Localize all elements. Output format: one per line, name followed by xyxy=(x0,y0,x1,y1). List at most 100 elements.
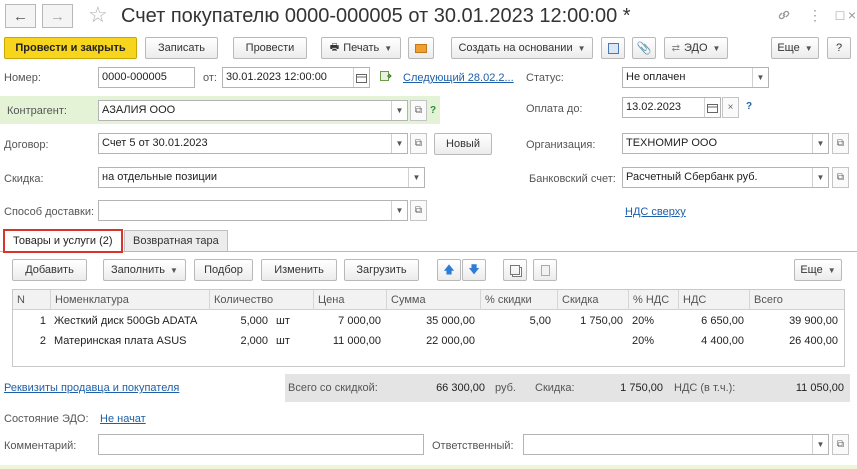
arrow-left-icon: ← xyxy=(13,7,28,25)
save-button[interactable]: Записать xyxy=(145,37,218,59)
more-icon[interactable]: ⋮ xyxy=(805,5,825,25)
table-row[interactable]: 1 Жесткий диск 500Gb ADATA 5,000 шт 7 00… xyxy=(13,311,844,331)
print-button[interactable]: 🖶 Печать ▼ xyxy=(321,37,401,59)
cell-total: 26 400,00 xyxy=(789,335,838,347)
paperclip-icon: 📎 xyxy=(636,41,652,55)
edo-icon: ⇄ xyxy=(671,42,680,54)
vat-on-top-link[interactable]: НДС сверху xyxy=(625,205,686,219)
col-price[interactable]: Цена xyxy=(313,290,386,310)
payment-help-icon[interactable]: ? xyxy=(746,101,752,112)
calendar-icon[interactable] xyxy=(353,68,369,87)
chevron-down-icon[interactable]: ▼ xyxy=(812,435,828,454)
post-and-close-button[interactable]: Провести и закрыть xyxy=(4,37,137,59)
total-label: Всего со скидкой: xyxy=(288,382,378,394)
col-total[interactable]: Всего xyxy=(749,290,844,310)
page-title: Счет покупателю 0000-000005 от 30.01.202… xyxy=(121,5,631,27)
counterparty-help-icon[interactable]: ? xyxy=(430,105,436,116)
open-delivery-icon[interactable]: ⧉ xyxy=(410,200,427,221)
help-button[interactable]: ? xyxy=(827,37,851,59)
edo-button[interactable]: ⇄ ЭДО ▼ xyxy=(664,37,728,59)
chevron-down-icon[interactable]: ▼ xyxy=(812,134,828,153)
payment-due-field[interactable]: 13.02.2023 xyxy=(622,97,721,118)
add-button[interactable]: Добавить xyxy=(12,259,87,281)
cell-n: 2 xyxy=(39,335,46,347)
email-button[interactable] xyxy=(408,37,434,59)
copy-button[interactable] xyxy=(503,259,527,281)
col-qty[interactable]: Количество xyxy=(209,290,313,310)
payment-due-label: Оплата до: xyxy=(526,103,583,115)
next-document-link[interactable]: Следующий 28.02.2... xyxy=(403,71,514,85)
organization-value: ТЕХНОМИР ООО xyxy=(626,137,718,149)
close-icon[interactable]: × xyxy=(846,5,857,25)
col-discount[interactable]: Скидка xyxy=(557,290,628,310)
counterparty-field[interactable]: АЗАЛИЯ ООО ▼ xyxy=(98,100,408,121)
contract-value: Счет 5 от 30.01.2023 xyxy=(102,137,208,149)
cell-name: Жесткий диск 500Gb ADATA xyxy=(54,315,198,327)
calendar-icon[interactable] xyxy=(704,98,720,117)
tab-goods[interactable]: Товары и услуги (2) xyxy=(3,229,123,253)
attach-button[interactable]: 📎 xyxy=(632,37,656,59)
paste-button[interactable] xyxy=(533,259,557,281)
chevron-down-icon[interactable]: ▼ xyxy=(812,168,828,187)
comment-field[interactable] xyxy=(98,434,424,455)
status-select[interactable]: Не оплачен ▼ xyxy=(622,67,769,88)
create-based-on-button[interactable]: Создать на основании ▼ xyxy=(451,37,593,59)
post-button[interactable]: Провести xyxy=(233,37,307,59)
col-sum[interactable]: Сумма xyxy=(386,290,480,310)
date-field[interactable]: 30.01.2023 12:00:00 xyxy=(222,67,370,88)
open-responsible-icon[interactable]: ⧉ xyxy=(832,434,849,455)
chevron-down-icon: ▼ xyxy=(577,43,586,53)
organization-label: Организация: xyxy=(526,139,596,151)
bank-account-label: Банковский счет: xyxy=(529,173,616,185)
chevron-down-icon[interactable]: ▼ xyxy=(391,101,407,120)
change-button[interactable]: Изменить xyxy=(261,259,337,281)
cell-vat: 6 650,00 xyxy=(701,315,744,327)
clear-icon[interactable]: × xyxy=(722,97,739,118)
chevron-down-icon[interactable]: ▼ xyxy=(391,201,407,220)
open-organization-icon[interactable]: ⧉ xyxy=(832,133,849,154)
fill-button[interactable]: Заполнить ▼ xyxy=(103,259,186,281)
open-contract-icon[interactable]: ⧉ xyxy=(410,133,427,154)
link-icon[interactable] xyxy=(774,5,794,25)
cell-vat-pct: 20% xyxy=(632,335,655,347)
structure-button[interactable] xyxy=(601,37,625,59)
open-counterparty-icon[interactable]: ⧉ xyxy=(410,100,427,121)
col-name[interactable]: Номенклатура xyxy=(50,290,209,310)
delivery-field[interactable]: ▼ xyxy=(98,200,408,221)
move-down-button[interactable]: 🡇 xyxy=(462,259,486,281)
load-button[interactable]: Загрузить xyxy=(344,259,419,281)
move-up-button[interactable]: 🡅 xyxy=(437,259,461,281)
tab-containers[interactable]: Возвратная тара xyxy=(124,230,228,251)
chevron-down-icon[interactable]: ▼ xyxy=(391,134,407,153)
col-discount-pct[interactable]: % скидки xyxy=(480,290,557,310)
paste-icon xyxy=(540,264,550,276)
edo-state-link[interactable]: Не начат xyxy=(100,412,146,426)
contract-field[interactable]: Счет 5 от 30.01.2023 ▼ xyxy=(98,133,408,154)
requisites-link[interactable]: Реквизиты продавца и покупателя xyxy=(4,381,179,395)
edo-label: ЭДО xyxy=(683,42,708,54)
col-n[interactable]: N xyxy=(13,290,50,310)
col-vat[interactable]: НДС xyxy=(678,290,749,310)
back-button[interactable]: ← xyxy=(5,4,36,28)
chevron-down-icon[interactable]: ▼ xyxy=(408,168,424,187)
select-button[interactable]: Подбор xyxy=(194,259,253,281)
table-row[interactable]: 2 Материнская плата ASUS 2,000 шт 11 000… xyxy=(13,331,844,351)
star-icon[interactable]: ☆ xyxy=(88,2,108,28)
cell-discount-pct xyxy=(480,331,551,351)
total-value: 66 300,00 xyxy=(436,382,485,394)
organization-field[interactable]: ТЕХНОМИР ООО ▼ xyxy=(622,133,829,154)
table-header: N Номенклатура Количество Цена Сумма % с… xyxy=(13,290,844,310)
chevron-down-icon[interactable]: ▼ xyxy=(752,68,768,87)
number-field[interactable]: 0000-000005 xyxy=(98,67,195,88)
counterparty-value: АЗАЛИЯ ООО xyxy=(102,104,176,116)
more-button[interactable]: Еще ▼ xyxy=(771,37,819,59)
bank-account-field[interactable]: Расчетный Сбербанк руб. ▼ xyxy=(622,167,829,188)
discount-select[interactable]: на отдельные позиции ▼ xyxy=(98,167,425,188)
responsible-field[interactable]: ▼ xyxy=(523,434,829,455)
new-contract-button[interactable]: Новый xyxy=(434,133,492,155)
table-more-button[interactable]: Еще ▼ xyxy=(794,259,842,281)
col-vat-pct[interactable]: % НДС xyxy=(628,290,678,310)
open-bank-account-icon[interactable]: ⧉ xyxy=(832,167,849,188)
chevron-down-icon: ▼ xyxy=(384,43,393,53)
forward-button[interactable]: → xyxy=(42,4,73,28)
